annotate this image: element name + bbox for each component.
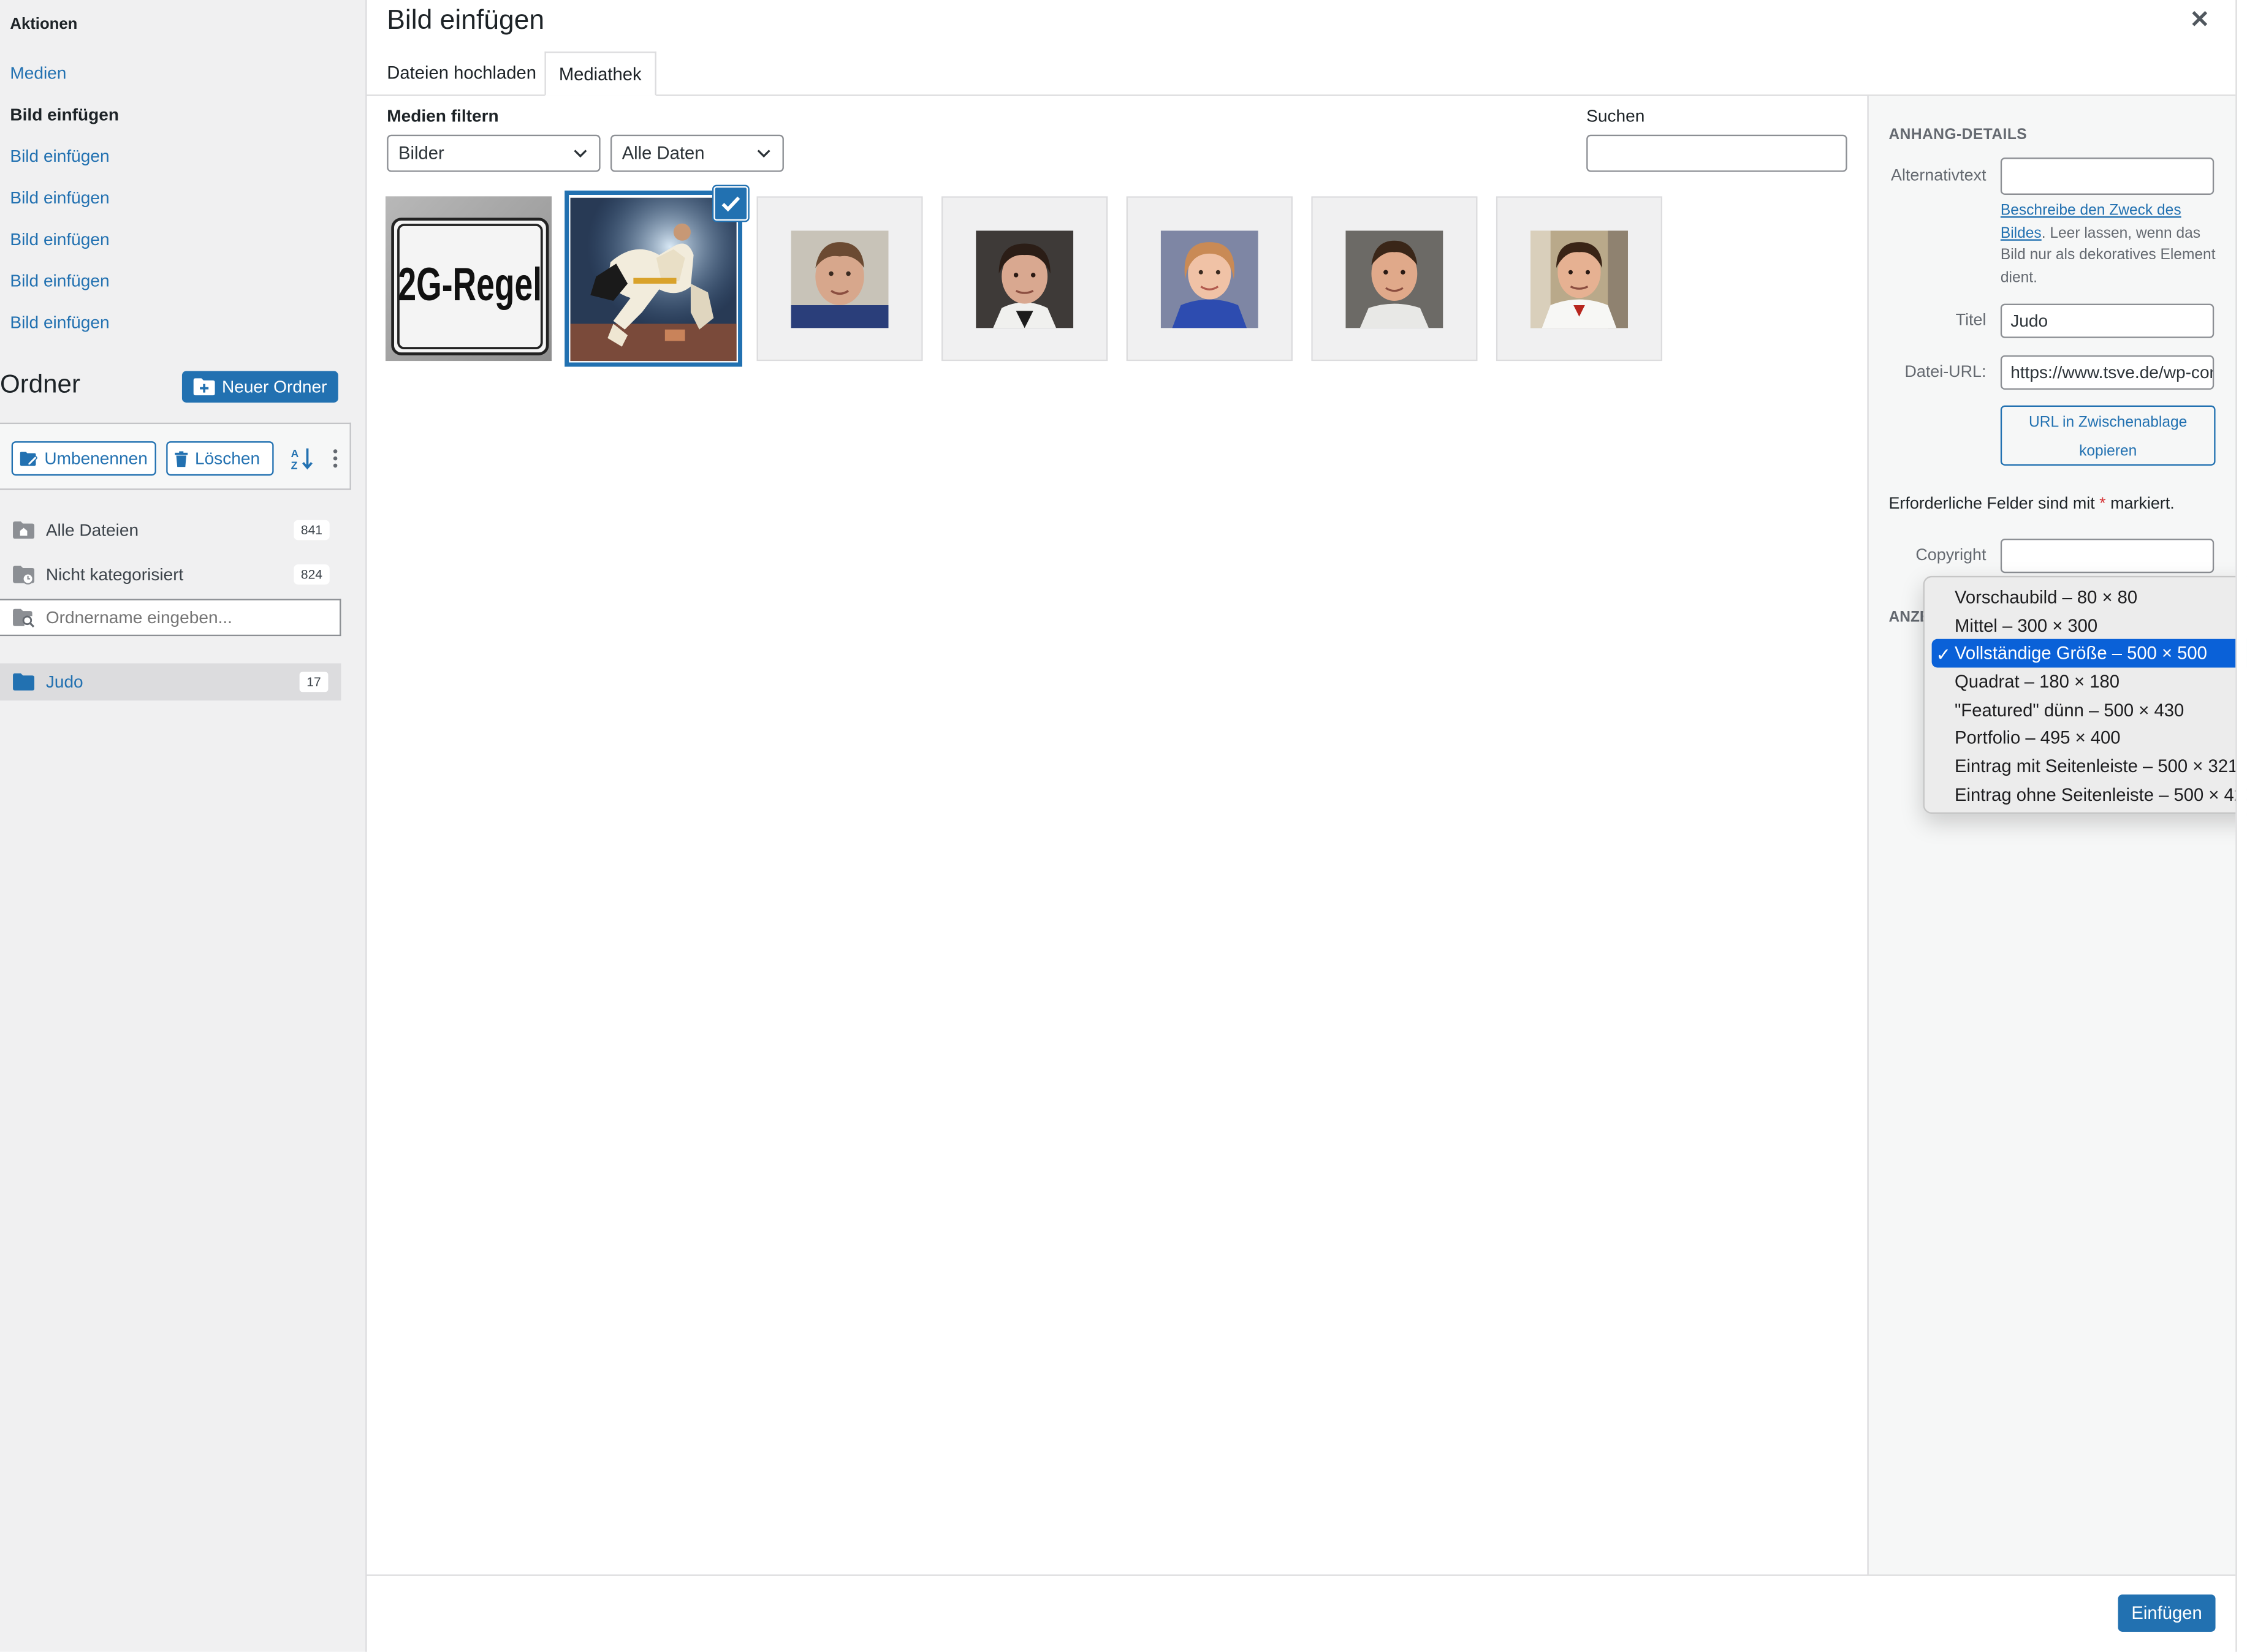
- folder-icon: [0, 673, 46, 691]
- svg-text:A: A: [291, 447, 299, 460]
- folder-search-icon: [0, 608, 46, 627]
- portrait-image: [976, 230, 1074, 328]
- folder-judo[interactable]: Judo 17: [0, 663, 341, 701]
- delete-button[interactable]: Löschen: [166, 441, 274, 476]
- media-thumb-portrait[interactable]: [1311, 196, 1478, 362]
- folders-title: Ordner: [0, 369, 81, 398]
- tab-upload[interactable]: Dateien hochladen: [374, 51, 549, 96]
- sidebar-link-bild-einfuegen-active[interactable]: Bild einfügen: [10, 105, 119, 125]
- size-option[interactable]: Mittel – 300 × 300: [1932, 612, 2247, 640]
- size-option[interactable]: Vorschaubild – 80 × 80: [1932, 583, 2247, 612]
- title-label: Titel: [1955, 312, 1987, 330]
- folder-clock-icon: [0, 565, 46, 584]
- filter-date-value: Alle Daten: [622, 143, 705, 164]
- folder-judo-label: Judo: [45, 672, 83, 692]
- checkmark-icon: ✓: [1936, 644, 1952, 665]
- alt-text-label: Alternativtext: [1891, 167, 1987, 185]
- size-option-selected[interactable]: ✓ Vollständige Größe – 500 × 500: [1931, 639, 2247, 668]
- sidebar-link-bild-einfuegen[interactable]: Bild einfügen: [10, 313, 109, 333]
- size-option[interactable]: Portfolio – 495 × 400: [1932, 724, 2247, 752]
- judo-throw-image: [570, 197, 737, 361]
- rename-button[interactable]: Umbenennen: [11, 441, 156, 476]
- 2g-regel-image: 2G-Regel: [385, 196, 552, 362]
- more-options-icon[interactable]: [328, 441, 342, 476]
- attachment-details-heading: ANHANG-DETAILS: [1888, 126, 2028, 143]
- portrait-image: [1160, 230, 1258, 328]
- folder-judo-count: 17: [298, 670, 330, 694]
- media-search-input[interactable]: [1586, 134, 1847, 172]
- footer-divider: [367, 1574, 2236, 1576]
- media-thumb-2g-regel[interactable]: 2G-Regel: [385, 196, 552, 362]
- copyright-label: Copyright: [1915, 547, 1987, 565]
- trash-icon: [175, 450, 188, 467]
- filter-type-value: Bilder: [398, 143, 444, 164]
- alt-text-input[interactable]: [2000, 157, 2215, 195]
- filter-date-select[interactable]: Alle Daten: [610, 134, 784, 172]
- all-files-label: Alle Dateien: [45, 520, 139, 540]
- media-thumb-portrait[interactable]: [756, 196, 923, 362]
- folder-search-placeholder: Ordnername eingeben...: [45, 607, 232, 628]
- size-option[interactable]: Quadrat – 180 × 180: [1932, 668, 2247, 696]
- folder-search-field[interactable]: Ordnername eingeben...: [0, 599, 341, 637]
- delete-label: Löschen: [194, 448, 260, 469]
- media-thumb-portrait[interactable]: [1496, 196, 1663, 362]
- portrait-image: [1345, 230, 1443, 328]
- folder-uncategorized[interactable]: Nicht kategorisiert 824: [0, 556, 341, 593]
- insert-button[interactable]: Einfügen: [2118, 1594, 2216, 1632]
- all-files-count: 841: [294, 520, 330, 540]
- chevron-down-icon: [757, 150, 770, 158]
- size-option[interactable]: "Featured" dünn – 500 × 430: [1932, 696, 2247, 724]
- new-folder-button[interactable]: Neuer Ordner: [181, 371, 338, 403]
- folder-toolbar: Umbenennen Löschen A Z: [0, 422, 351, 490]
- folder-edit-icon: [20, 451, 37, 465]
- tab-media-library[interactable]: Mediathek: [544, 51, 656, 96]
- right-edge: [2235, 0, 2247, 1652]
- size-option-selected-label: Vollständige Größe – 500 × 500: [1955, 643, 2207, 664]
- media-modal: Aktionen Medien Bild einfügen Bild einfü…: [0, 0, 2247, 1652]
- sidebar-link-bild-einfuegen[interactable]: Bild einfügen: [10, 271, 109, 291]
- copyright-input[interactable]: [2000, 539, 2215, 574]
- uncategorized-label: Nicht kategorisiert: [45, 564, 184, 585]
- folder-all-files[interactable]: Alle Dateien 841: [0, 512, 341, 549]
- search-label: Suchen: [1586, 106, 1645, 126]
- filter-label: Medien filtern: [387, 106, 499, 126]
- folder-home-icon: [0, 521, 46, 539]
- selected-check-icon[interactable]: [713, 186, 748, 221]
- sort-az-icon[interactable]: A Z: [285, 441, 319, 476]
- chevron-down-icon: [574, 150, 587, 158]
- modal-title: Bild einfügen: [387, 6, 545, 36]
- portrait-image: [1530, 230, 1628, 328]
- sidebar-title: Aktionen: [10, 15, 78, 33]
- required-fields-note: Erforderliche Felder sind mit * markiert…: [1888, 496, 2174, 513]
- uncategorized-count: 824: [294, 564, 330, 585]
- size-option[interactable]: Eintrag ohne Seitenleiste – 500 × 423: [1932, 781, 2247, 809]
- new-folder-label: Neuer Ordner: [221, 376, 327, 397]
- media-thumb-portrait[interactable]: [941, 196, 1108, 362]
- media-thumb-judo-selected[interactable]: [565, 186, 748, 367]
- filter-type-select[interactable]: Bilder: [387, 134, 601, 172]
- image-size-dropdown[interactable]: Vorschaubild – 80 × 80 Mittel – 300 × 30…: [1923, 575, 2247, 814]
- size-option[interactable]: Eintrag mit Seitenleiste – 500 × 321: [1932, 752, 2247, 781]
- title-input[interactable]: Judo: [2000, 303, 2215, 338]
- file-url-input[interactable]: https://www.tsve.de/wp-content: [2000, 355, 2215, 390]
- alt-text-description: Beschreibe den Zweck des Bildes. Leer la…: [2001, 200, 2216, 289]
- copy-url-button[interactable]: URL in Zwischenablage kopieren: [2000, 405, 2216, 466]
- svg-text:2G-Regel: 2G-Regel: [398, 259, 542, 310]
- required-note-text: Erforderliche Felder sind mit: [1888, 495, 2100, 513]
- rename-label: Umbenennen: [44, 448, 148, 469]
- sidebar-link-medien[interactable]: Medien: [10, 63, 66, 83]
- folder-plus-icon: [193, 378, 215, 396]
- sidebar-link-bild-einfuegen[interactable]: Bild einfügen: [10, 188, 109, 208]
- close-icon[interactable]: [2191, 9, 2208, 34]
- required-note-text-end: markiert.: [2105, 495, 2175, 513]
- media-thumb-portrait[interactable]: [1126, 196, 1293, 362]
- sidebar-link-bild-einfuegen[interactable]: Bild einfügen: [10, 229, 109, 249]
- portrait-image: [791, 230, 889, 328]
- file-url-label: Datei-URL:: [1904, 363, 1987, 381]
- sidebar-link-bild-einfuegen[interactable]: Bild einfügen: [10, 146, 109, 166]
- svg-text:Z: Z: [291, 460, 298, 470]
